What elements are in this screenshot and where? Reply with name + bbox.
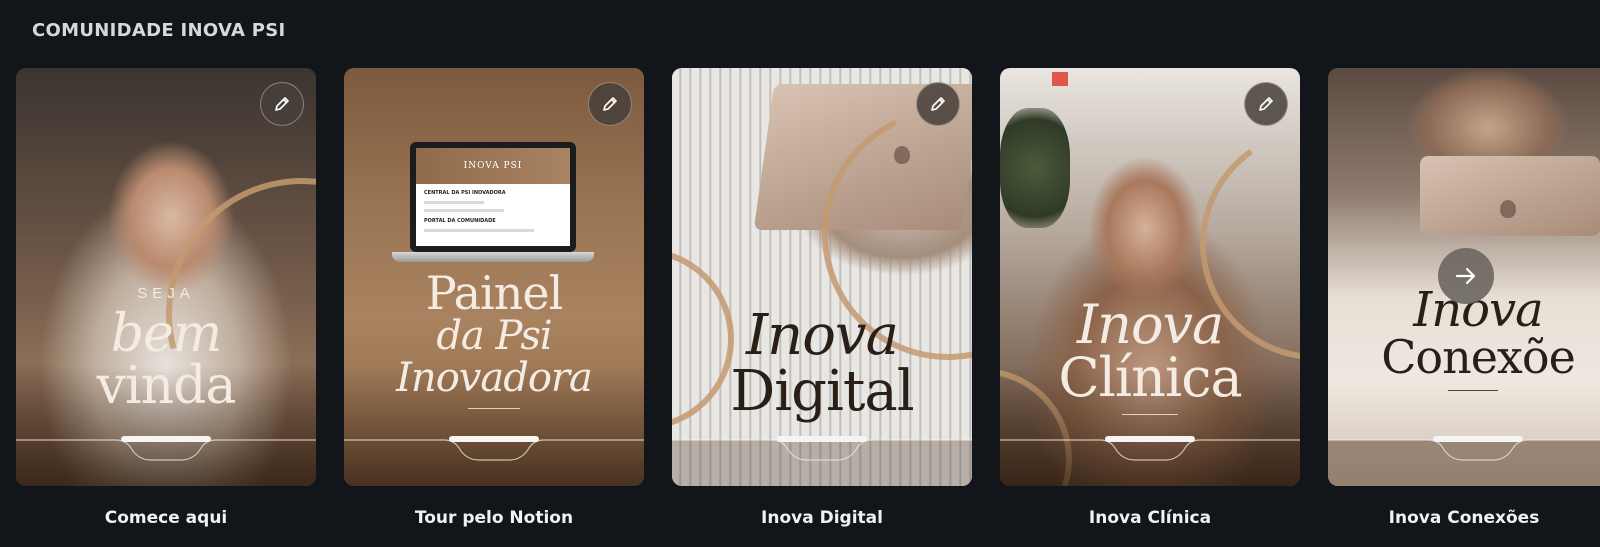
arrow-right-icon <box>1455 267 1476 285</box>
card-footer-notch <box>672 439 972 486</box>
progress-bar <box>1105 436 1195 442</box>
art-text-line1: bem <box>110 304 222 364</box>
card-tour-pelo-notion[interactable]: INOVA PSI CENTRAL DA PSI INOVADORA PORTA… <box>344 68 644 486</box>
laptop-hero-text: INOVA PSI <box>416 148 570 184</box>
laptop-base <box>392 252 594 262</box>
progress-bar <box>777 436 867 442</box>
plant-image <box>1000 108 1070 228</box>
card-label[interactable]: Inova Digital <box>672 508 972 528</box>
art-text-line1: Inova <box>746 303 899 368</box>
card-inova-clinica[interactable]: Inova Clínica <box>1000 68 1300 486</box>
laptop-subheading: PORTAL DA COMUNIDADE <box>424 218 496 224</box>
art-text-line2: Conexõe <box>1381 334 1576 380</box>
art-text-line1: Painel <box>425 266 564 320</box>
laptop-image <box>1420 156 1600 236</box>
art-text-line3: Inovadora <box>396 355 593 401</box>
exit-sign <box>1052 72 1068 86</box>
laptop-screen: INOVA PSI CENTRAL DA PSI INOVADORA PORTA… <box>410 142 576 252</box>
progress-bar <box>1433 436 1523 442</box>
section-title: COMUNIDADE INOVA PSI <box>32 20 286 41</box>
edit-button[interactable] <box>916 82 960 126</box>
card-label[interactable]: Tour pelo Notion <box>344 508 644 528</box>
card-label[interactable]: Inova Conexões <box>1328 508 1600 528</box>
pencil-icon <box>931 97 945 111</box>
card-footer-notch <box>1000 439 1300 461</box>
card-footer-notch <box>344 439 644 461</box>
card-label[interactable]: Comece aqui <box>16 508 316 528</box>
card-footer-notch <box>1328 439 1600 486</box>
pencil-icon <box>1259 97 1273 111</box>
pencil-icon <box>275 97 289 111</box>
art-text-line2: Clínica <box>1058 346 1242 409</box>
art-text-small: SEJA <box>137 285 195 302</box>
laptop-heading: CENTRAL DA PSI INOVADORA <box>424 190 506 196</box>
pencil-icon <box>603 97 617 111</box>
carousel-next-button[interactable] <box>1438 248 1494 304</box>
progress-bar <box>449 436 539 442</box>
card-inova-digital[interactable]: Inova Digital <box>672 68 972 486</box>
edit-button[interactable] <box>588 82 632 126</box>
card-comece-aqui[interactable]: SEJA bem vinda <box>16 68 316 486</box>
progress-bar <box>121 436 211 442</box>
art-text-line2: vinda <box>96 356 237 416</box>
edit-button[interactable] <box>1244 82 1288 126</box>
art-text-line1: Inova <box>1076 293 1224 356</box>
art-text-line2: Digital <box>730 359 914 424</box>
apple-logo-icon <box>1500 200 1516 218</box>
card-label[interactable]: Inova Clínica <box>1000 508 1300 528</box>
art-text-line2: da Psi <box>436 313 552 359</box>
card-carousel: SEJA bem vinda Comece aqui INOVA PSI CEN… <box>0 68 1600 538</box>
edit-button[interactable] <box>260 82 304 126</box>
card-footer-notch <box>16 439 316 461</box>
